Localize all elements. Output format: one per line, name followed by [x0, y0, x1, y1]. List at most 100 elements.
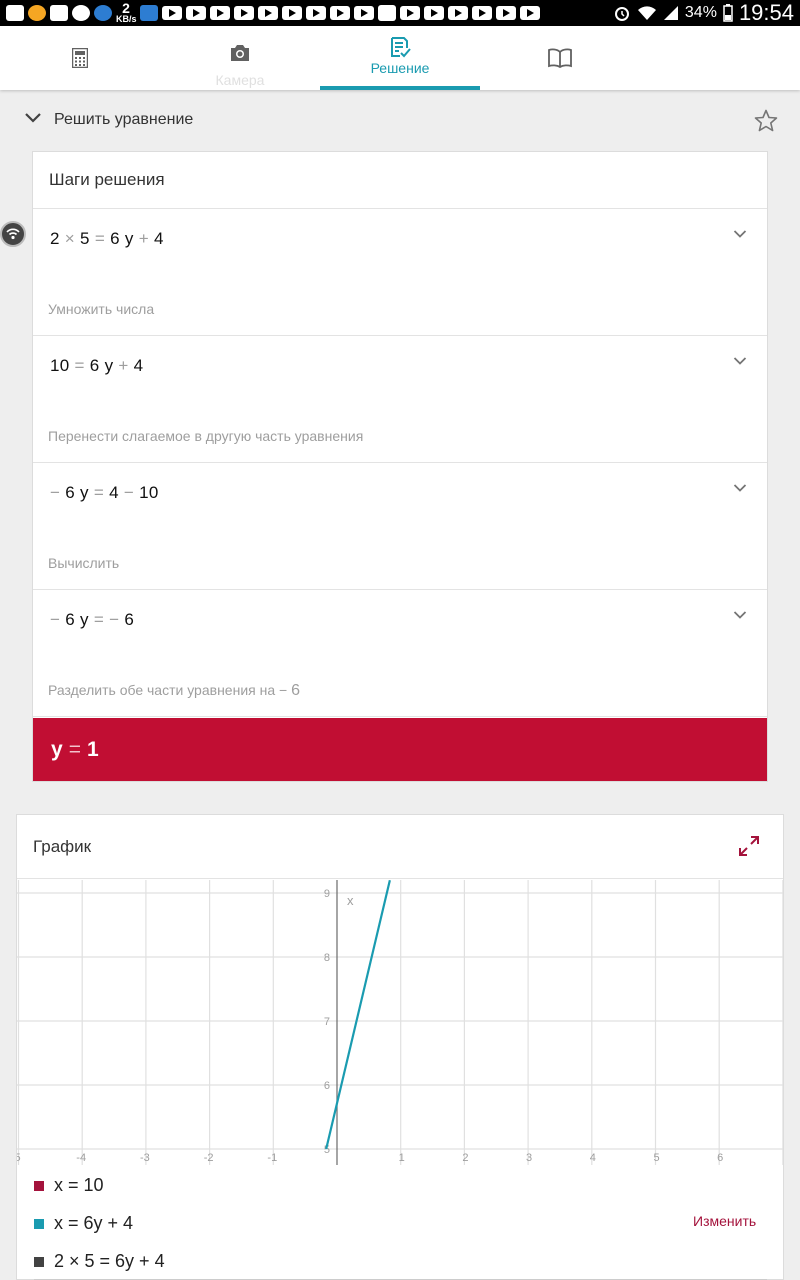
legend-swatch: [34, 1218, 44, 1229]
youtube-icon: [424, 6, 444, 20]
legend-item[interactable]: x = 6y + 4: [34, 1213, 133, 1234]
y-tick-label: 9: [324, 888, 330, 900]
equation-part: =: [89, 229, 111, 248]
series-line[interactable]: [325, 880, 391, 1150]
steps-card-title: Шаги решения: [49, 170, 165, 189]
youtube-icon: [258, 6, 278, 20]
tab-book[interactable]: [480, 26, 640, 90]
floating-wifi-widget[interactable]: [0, 221, 26, 247]
solution-steps-card: Шаги решения 2 × 5 = 6 y + 4 Умножить чис…: [32, 151, 768, 782]
graph-svg[interactable]: 5 -4 -3 -2 -1 1 2 3 4 5 698765x: [17, 880, 783, 1165]
wifi-icon: [637, 6, 656, 20]
step-description: Вычислить: [48, 555, 119, 571]
section-title: Решить уравнение: [54, 111, 194, 128]
youtube-icon: [400, 6, 420, 20]
network-speed: 2 KB/s: [116, 0, 137, 24]
step-equation: − 6 y = 4 − 10: [50, 483, 159, 503]
y-tick-label: 6: [324, 1080, 330, 1092]
steps-list: 2 × 5 = 6 y + 4 Умножить числа 10 = 6 y + …: [33, 209, 767, 717]
answer-banner: y = 1: [33, 718, 767, 781]
legend-swatch: [34, 1256, 44, 1267]
step-description-number: 6: [291, 682, 300, 699]
chevron-down-icon[interactable]: [733, 356, 747, 366]
camera-icon: [231, 45, 249, 61]
graph-legend: x = 10 x = 6y + 4 Изменить 2 × 5 = 6y + …: [17, 1165, 783, 1280]
youtube-icon: [496, 6, 516, 20]
chevron-down-icon[interactable]: [733, 483, 747, 493]
graph-card: График 5 -4 -3 -2 -1 1 2 3 4 5 6 9 8 7 6 5 x x = 10 x = …: [16, 814, 784, 1280]
youtube-icon: [234, 6, 254, 20]
equation-part: −: [50, 610, 66, 629]
clock: 19:54: [738, 0, 794, 25]
solution-step[interactable]: 2 × 5 = 6 y + 4 Умножить числа: [33, 209, 767, 336]
solution-icon: [391, 37, 411, 58]
x-tick-label: 2: [462, 1152, 468, 1164]
tab-solution[interactable]: Решение: [320, 26, 480, 90]
tab-solution-label: Решение: [370, 60, 430, 76]
legend-label: 2 × 5 = 6y + 4: [54, 1251, 165, 1271]
m-app-icon: [72, 5, 90, 21]
battery-icon: [723, 4, 733, 22]
star-icon[interactable]: [754, 109, 778, 132]
legend-item[interactable]: x = 10: [34, 1175, 104, 1196]
equation-part: −: [109, 610, 125, 629]
change-link[interactable]: Изменить: [693, 1213, 756, 1229]
tab-camera[interactable]: Камера: [160, 26, 320, 90]
equation-part: −: [118, 483, 140, 502]
calendar-icon: [140, 5, 158, 21]
equation-part: 10: [139, 483, 159, 502]
x-tick-label: -1: [267, 1152, 277, 1164]
x-tick-label: 1: [399, 1152, 405, 1164]
step-description-text: Умножить числа: [48, 301, 155, 317]
equation-part: 5: [80, 229, 90, 248]
step-description-text: Вычислить: [48, 555, 120, 571]
youtube-icon: [282, 6, 302, 20]
chevron-down-icon[interactable]: [733, 610, 747, 620]
notification-icons: 2 KB/s: [6, 0, 540, 24]
legend-item[interactable]: 2 × 5 = 6y + 4: [34, 1251, 165, 1272]
bitcoin-icon: [28, 5, 46, 21]
chevron-down-icon[interactable]: [733, 229, 747, 239]
app-tab-bar: Камера Решение: [0, 26, 800, 90]
expand-icon[interactable]: [738, 835, 760, 857]
youtube-icon: [186, 6, 206, 20]
answer-variable: y: [51, 737, 63, 761]
paw-icon: [50, 5, 68, 21]
equation-part: 4: [133, 356, 144, 375]
equation-part: =: [69, 356, 90, 375]
x-tick-label: 5: [17, 1152, 21, 1164]
x-tick-label: 6: [717, 1152, 723, 1164]
equation-part: +: [113, 356, 134, 375]
equation-part: −: [50, 483, 66, 502]
equation-part: 2: [50, 229, 60, 248]
y-tick-label: 7: [324, 1016, 330, 1028]
solution-step[interactable]: − 6 y = 4 − 10 Вычислить: [33, 463, 767, 590]
cloud-icon: [94, 5, 112, 21]
email-icon: [378, 5, 396, 21]
solution-step[interactable]: − 6 y = − 6 Разделить обе части уравнения…: [33, 590, 767, 717]
step-description-text: Разделить обе части уравнения на −: [48, 682, 292, 698]
chevron-down-icon[interactable]: [24, 112, 42, 124]
youtube-icon: [448, 6, 468, 20]
equation-part: 6 y: [65, 483, 89, 502]
legend-swatch: [34, 1180, 44, 1191]
graph-plot[interactable]: 5 -4 -3 -2 -1 1 2 3 4 5 6 9 8 7 6 5 x: [17, 880, 783, 1165]
solution-step[interactable]: 10 = 6 y + 4 Перенести слагаемое в другую…: [33, 336, 767, 463]
equation-part: 6 y: [65, 610, 89, 629]
tab-camera-label: Камера: [215, 72, 265, 88]
y-tick-label: 8: [324, 952, 330, 964]
x-tick-label: 4: [590, 1152, 596, 1164]
x-tick-label: 5: [653, 1152, 659, 1164]
step-description: Перенести слагаемое в другую часть уравн…: [48, 428, 363, 444]
x-tick-label: -3: [140, 1152, 150, 1164]
signal-icon: [663, 6, 678, 20]
equation-part: =: [88, 610, 110, 629]
equation-part: 4: [153, 229, 164, 248]
graph-title: График: [33, 837, 92, 856]
equation-part: 6 y: [89, 356, 114, 375]
add-icon: [6, 5, 24, 21]
alarm-icon: [614, 7, 629, 21]
tab-calculator[interactable]: [0, 26, 160, 90]
answer-value: 1: [86, 737, 99, 761]
equation-part: 6 y: [110, 229, 134, 248]
